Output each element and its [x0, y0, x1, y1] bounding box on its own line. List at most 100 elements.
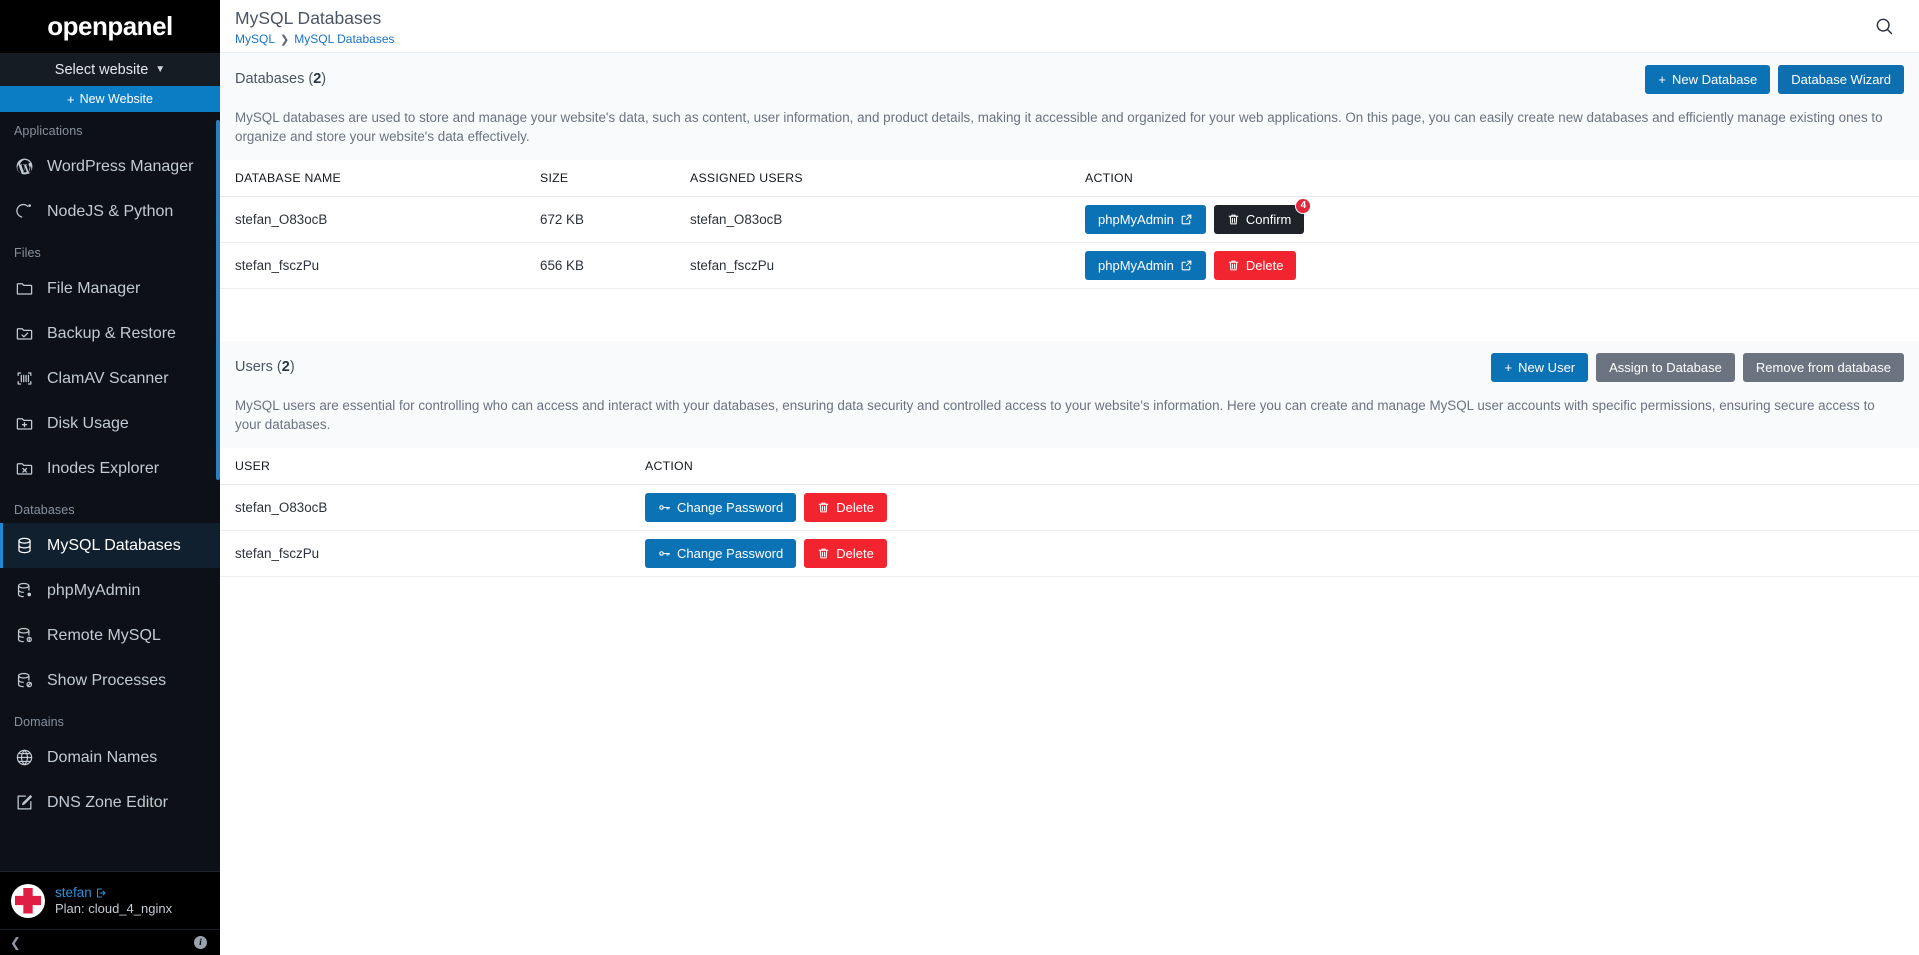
- status-badge: 4: [1295, 198, 1312, 215]
- chevron-down-icon: ▼: [155, 63, 166, 75]
- databases-action-buttons: + New Database Database Wizard: [1645, 65, 1904, 94]
- databases-table: DATABASE NAME SIZE ASSIGNED USERS ACTION…: [220, 160, 1919, 290]
- sidebar-item-phpmyadmin[interactable]: phpMyAdmin: [0, 568, 220, 613]
- databases-table-body: stefan_O83ocB 672 KB stefan_O83ocB phpMy…: [220, 196, 1919, 290]
- databases-panel-title: Databases (2): [235, 65, 326, 87]
- change-password-button[interactable]: Change Password: [645, 539, 797, 569]
- content-scroll[interactable]: Databases (2) + New Database Database Wi…: [220, 53, 1919, 955]
- avatar: [11, 883, 45, 918]
- sidebar-user-box: stefan Plan: cloud_4_nginx: [0, 871, 220, 929]
- delete-user-label: Delete: [836, 500, 874, 516]
- database-cog-icon: [14, 580, 35, 601]
- top-bar: MySQL Databases MySQL ❯ MySQL Databases: [220, 0, 1919, 53]
- delete-database-label: Confirm: [1245, 212, 1292, 228]
- phpmyadmin-button[interactable]: phpMyAdmin: [1085, 251, 1206, 281]
- delete-user-button[interactable]: Delete: [804, 493, 887, 523]
- node-icon: [14, 201, 35, 222]
- remove-from-database-button[interactable]: Remove from database: [1742, 353, 1904, 383]
- databases-panel-header: Databases (2) + New Database Database Wi…: [220, 53, 1919, 94]
- website-selector[interactable]: Select website ▼: [0, 53, 220, 86]
- brand-logo[interactable]: openpanel: [0, 0, 220, 53]
- chevron-left-icon[interactable]: ❮: [10, 935, 21, 951]
- website-selector-label: Select website: [54, 61, 149, 78]
- folder-x-icon: [14, 458, 35, 479]
- sidebar-item-wordpress-manager[interactable]: WordPress Manager: [0, 144, 220, 189]
- user-plan-label: Plan: cloud_4_nginx: [55, 901, 173, 916]
- external-link-icon: [1180, 213, 1193, 226]
- sidebar-item-label: WordPress Manager: [47, 157, 194, 175]
- databases-panel: Databases (2) + New Database Database Wi…: [220, 53, 1919, 290]
- sidebar-item-disk-usage[interactable]: Disk Usage: [0, 401, 220, 446]
- users-table-body: stefan_O83ocB Change Password Delete ste…: [220, 484, 1919, 578]
- database-size-cell: 656 KB: [540, 242, 690, 290]
- wordpress-icon: [14, 156, 35, 177]
- trash-icon: [1227, 259, 1240, 272]
- sidebar-section-domains-label: Domains: [14, 715, 65, 729]
- sidebar-item-label: Inodes Explorer: [47, 459, 160, 477]
- new-database-button[interactable]: + New Database: [1645, 65, 1771, 94]
- users-header-row: USER ACTION: [220, 448, 1919, 486]
- database-wizard-label: Database Wizard: [1791, 72, 1891, 87]
- sidebar-item-show-processes[interactable]: Show Processes: [0, 658, 220, 703]
- new-user-label: New User: [1518, 360, 1576, 376]
- new-website-label: New Website: [79, 92, 153, 106]
- breadcrumb-item-mysql-databases[interactable]: MySQL Databases: [294, 32, 394, 46]
- col-action: ACTION: [1085, 160, 1919, 198]
- users-table: USER ACTION stefan_O83ocB Change Passwor…: [220, 448, 1919, 578]
- delete-database-confirm-button[interactable]: Confirm 4: [1213, 198, 1312, 235]
- search-icon[interactable]: [1871, 13, 1897, 39]
- sidebar-item-nodejs-python[interactable]: NodeJS & Python: [0, 189, 220, 234]
- users-panel-header: Users (2) + New User Assign to Database …: [220, 341, 1919, 383]
- app-root: openpanel Select website ▼ + New Website…: [0, 0, 1919, 955]
- col-database-name: DATABASE NAME: [220, 160, 540, 198]
- users-count: 2: [281, 359, 290, 376]
- users-table-head: USER ACTION: [220, 448, 1919, 486]
- logout-icon: [96, 888, 106, 897]
- page-title: MySQL Databases: [235, 8, 382, 28]
- new-user-button[interactable]: + New User: [1491, 353, 1589, 383]
- sidebar-item-file-manager[interactable]: File Manager: [0, 266, 220, 311]
- sidebar-item-label: NodeJS & Python: [47, 202, 174, 220]
- database-action-cell: phpMyAdmin Confirm 4: [1085, 196, 1919, 244]
- database-name-cell: stefan_O83ocB: [220, 196, 540, 244]
- sidebar-item-inodes-explorer[interactable]: Inodes Explorer: [0, 446, 220, 491]
- delete-user-label: Delete: [836, 546, 874, 562]
- database-wizard-button[interactable]: Database Wizard: [1778, 65, 1904, 94]
- sidebar-item-remote-mysql[interactable]: Remote MySQL: [0, 613, 220, 658]
- user-logout-link[interactable]: stefan: [55, 885, 172, 900]
- sidebar-item-label: phpMyAdmin: [47, 581, 141, 599]
- databases-header-row: DATABASE NAME SIZE ASSIGNED USERS ACTION: [220, 160, 1919, 198]
- pencil-square-icon: [14, 792, 35, 813]
- sidebar-item-label: MySQL Databases: [47, 536, 181, 554]
- database-info-icon: [14, 625, 35, 646]
- new-website-button[interactable]: + New Website: [0, 86, 220, 112]
- user-meta: stefan Plan: cloud_4_nginx: [55, 885, 172, 916]
- trash-icon: [817, 501, 830, 514]
- database-icon: [14, 535, 35, 556]
- delete-user-button[interactable]: Delete: [804, 539, 887, 569]
- databases-title-text: Databases (: [235, 71, 314, 87]
- sidebar-footer: ❮ i: [0, 929, 220, 955]
- change-password-button[interactable]: Change Password: [645, 493, 797, 523]
- sidebar-item-clamav-scanner[interactable]: ClamAV Scanner: [0, 356, 220, 401]
- phpmyadmin-label: phpMyAdmin: [1098, 258, 1174, 274]
- folder-icon: [14, 278, 35, 299]
- assign-to-database-label: Assign to Database: [1609, 360, 1722, 376]
- sidebar-item-mysql-databases[interactable]: MySQL Databases: [0, 523, 220, 568]
- phpmyadmin-button[interactable]: phpMyAdmin: [1085, 205, 1206, 235]
- sidebar-item-dns-zone-editor[interactable]: DNS Zone Editor: [0, 780, 220, 825]
- breadcrumb-separator-icon: ❯: [280, 33, 290, 46]
- delete-database-button[interactable]: Delete: [1213, 251, 1297, 281]
- database-size-cell: 672 KB: [540, 196, 690, 244]
- users-title-close: ): [289, 359, 295, 376]
- assign-to-database-button[interactable]: Assign to Database: [1596, 353, 1735, 383]
- sidebar-item-backup-restore[interactable]: Backup & Restore: [0, 311, 220, 356]
- table-row: stefan_O83ocB 672 KB stefan_O83ocB phpMy…: [220, 196, 1919, 244]
- user-name-label: stefan: [55, 885, 92, 900]
- trash-icon: [817, 547, 830, 560]
- sidebar-item-domain-names[interactable]: Domain Names: [0, 735, 220, 780]
- col-user-action: ACTION: [645, 448, 1919, 486]
- breadcrumb-item-mysql[interactable]: MySQL: [235, 32, 275, 46]
- info-icon[interactable]: i: [194, 936, 207, 949]
- sidebar: openpanel Select website ▼ + New Website…: [0, 0, 220, 955]
